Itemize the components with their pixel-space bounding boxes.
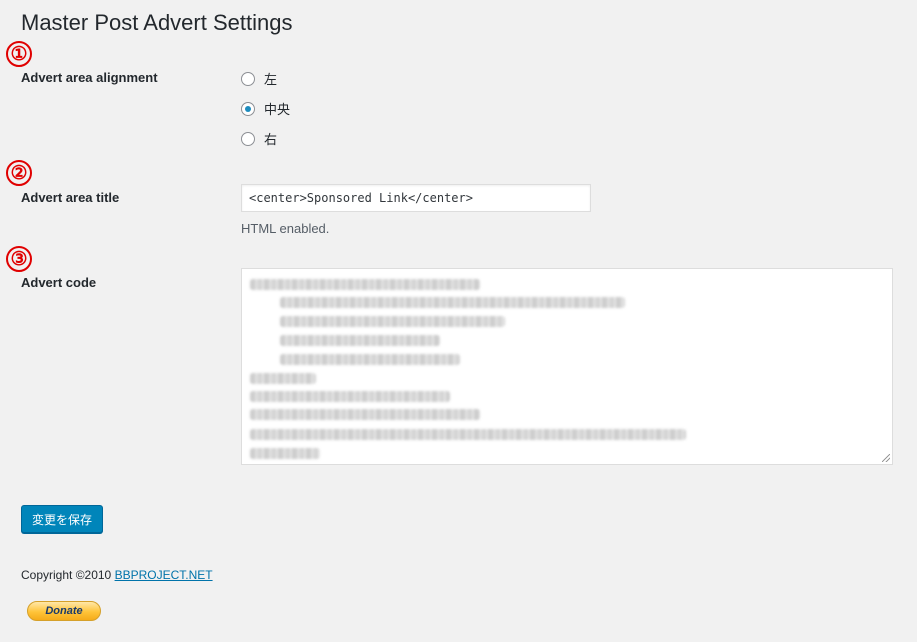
copyright-text: Copyright ©2010 BBPROJECT.NET [21,568,213,582]
advert-title-input[interactable]: <center>Sponsored Link</center> [241,184,591,212]
copyright-prefix: Copyright ©2010 [21,568,115,582]
blurred-code-line [250,373,316,384]
blurred-code-line [250,279,480,290]
radio-left-label: 左 [264,72,278,87]
radio-option-center[interactable]: 中央 [241,99,290,118]
blurred-code-line [250,448,320,459]
radio-option-right[interactable]: 右 [241,129,277,148]
blurred-code-line [250,409,480,420]
annotation-marker-1: ① [6,41,32,67]
blurred-code-line [280,354,460,365]
resize-handle[interactable] [882,454,890,462]
radio-left[interactable] [241,71,255,86]
page-title: Master Post Advert Settings [21,10,293,35]
annotation-marker-3: ③ [6,246,32,272]
blurred-code-line [250,391,450,402]
blurred-code-line [250,429,686,440]
bbproject-link[interactable]: BBPROJECT.NET [115,568,213,582]
advert-code-label: Advert code [21,275,97,290]
radio-option-left[interactable]: 左 [241,69,277,88]
annotation-marker-2: ② [6,160,32,186]
blurred-code-line [280,316,505,327]
advert-code-textarea[interactable] [241,268,893,465]
radio-center-label: 中央 [264,102,291,117]
html-enabled-hint: HTML enabled. [241,221,330,236]
blurred-code-line [280,335,440,346]
save-changes-button[interactable]: 変更を保存 [21,505,104,533]
advert-title-label: Advert area title [21,190,120,205]
radio-right[interactable] [241,131,255,146]
radio-right-label: 右 [264,132,278,147]
radio-center[interactable] [241,101,255,116]
alignment-label: Advert area alignment [21,70,158,85]
blurred-code-line [280,297,625,308]
donate-button[interactable]: Donate [27,601,101,621]
